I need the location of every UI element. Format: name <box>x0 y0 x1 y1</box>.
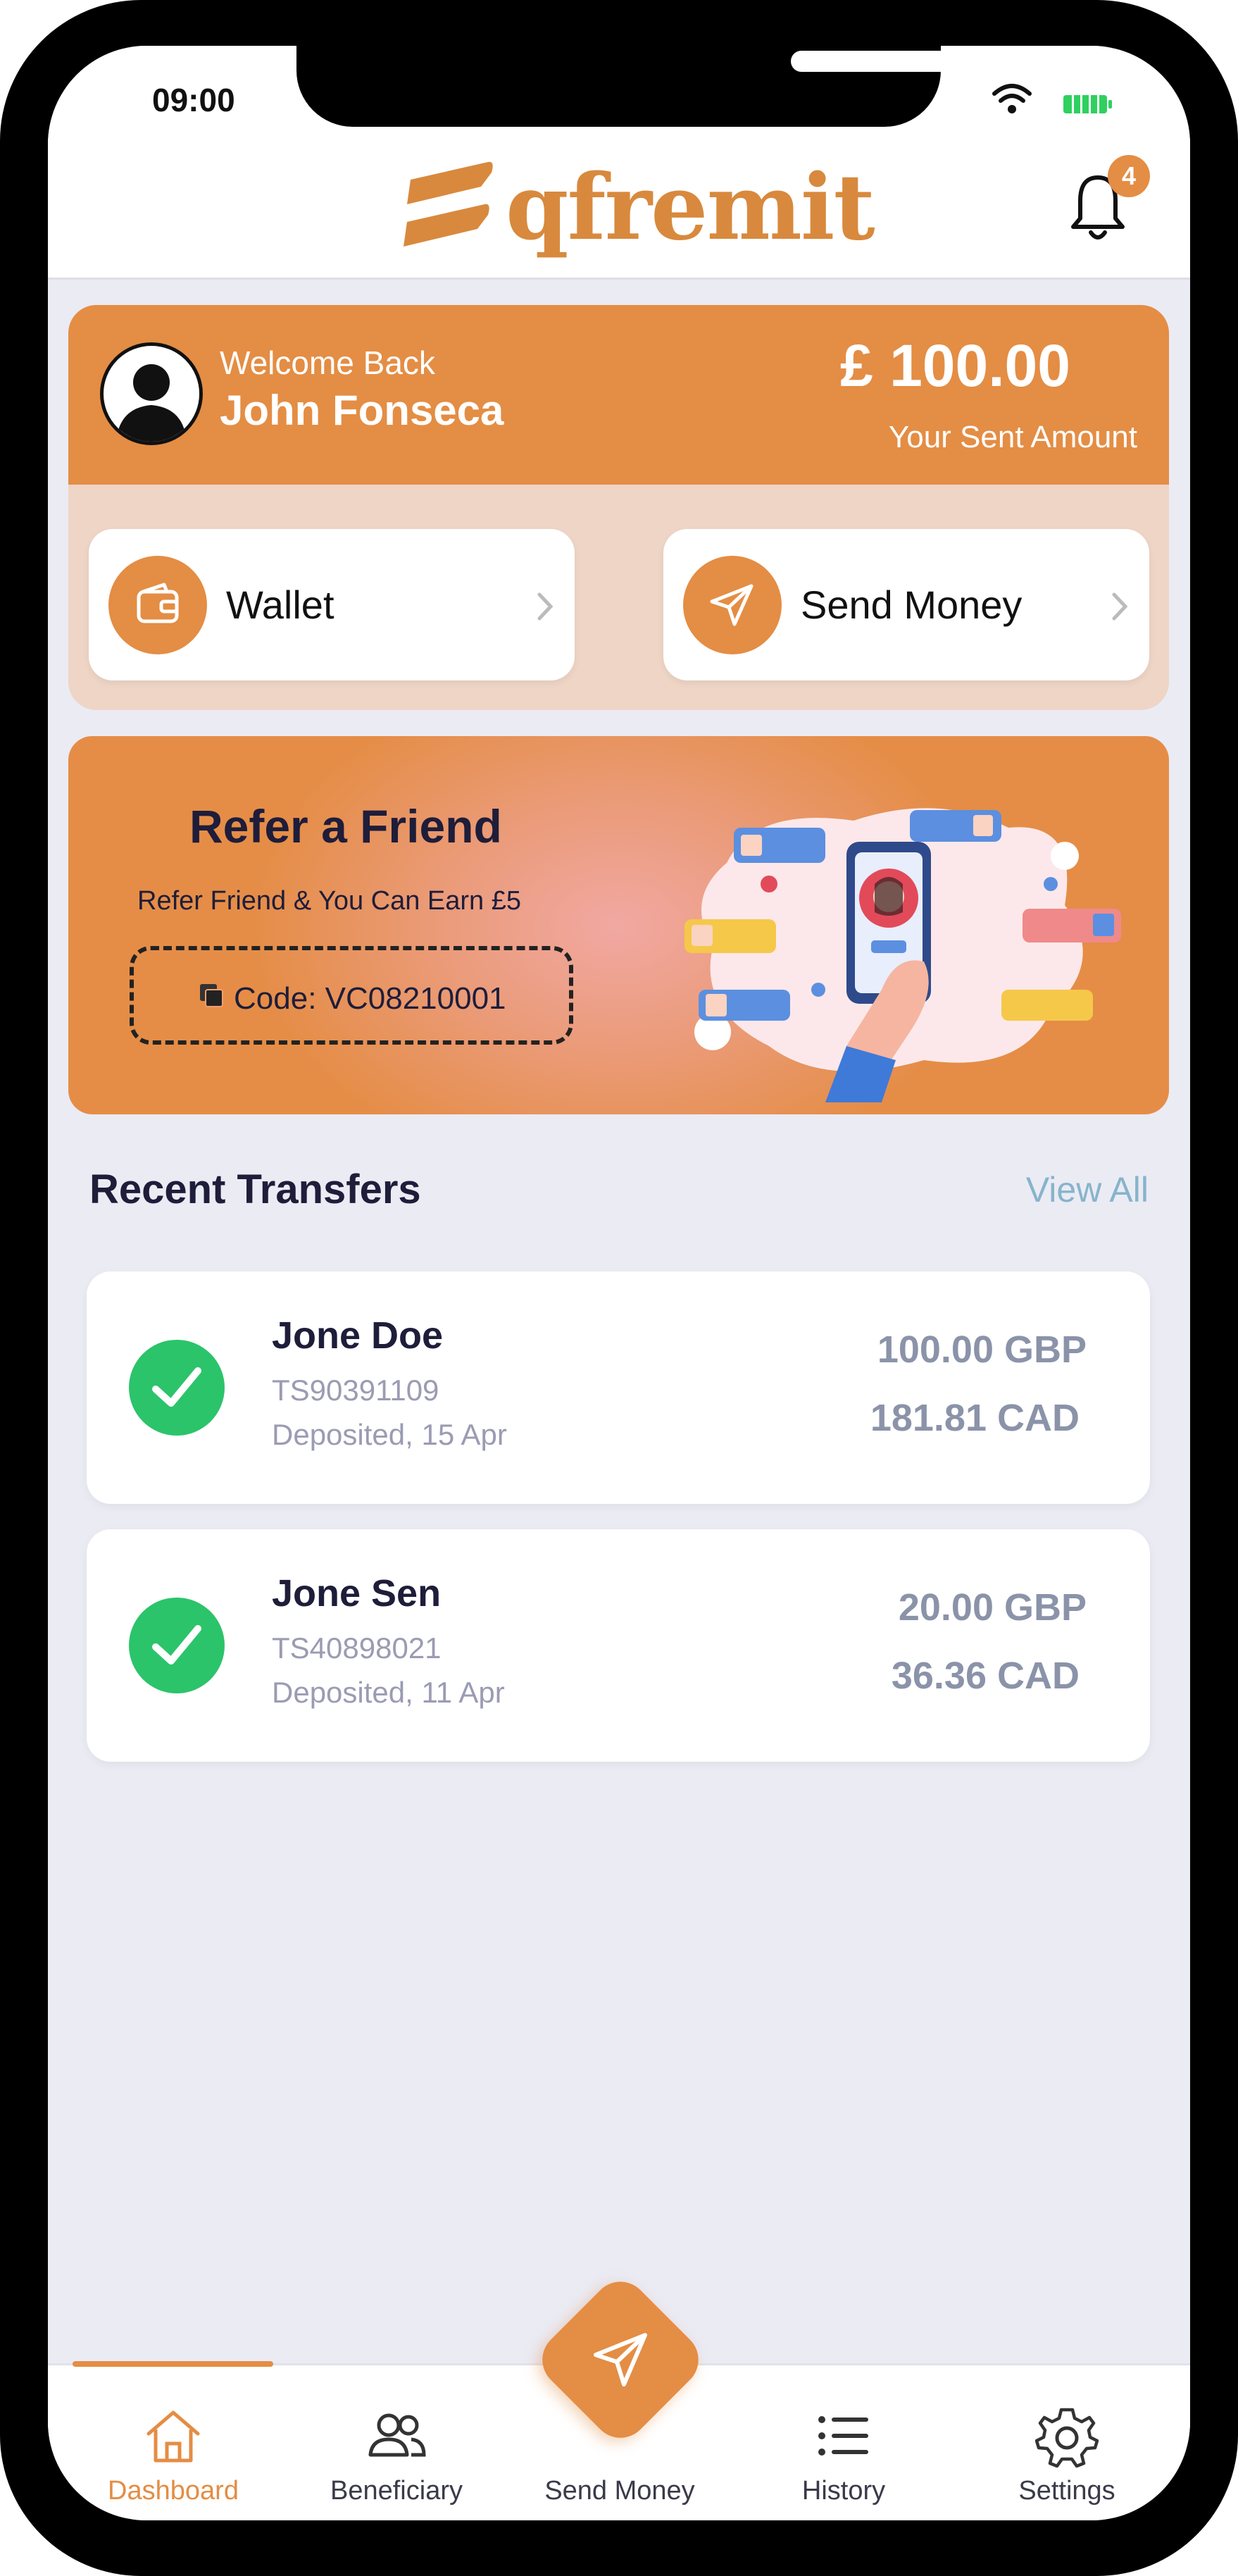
nav-history[interactable]: History <box>731 2365 956 2520</box>
chevron-right-icon <box>537 592 554 621</box>
refer-illustration <box>684 808 1121 1102</box>
transfer-sent-amount: 20.00 GBP <box>898 1586 1087 1629</box>
recent-transfers-title: Recent Transfers <box>89 1166 421 1212</box>
wallet-label: Wallet <box>226 583 334 627</box>
avatar[interactable] <box>100 342 203 445</box>
notification-badge: 4 <box>1108 155 1150 197</box>
transfer-received-amount: 36.36 CAD <box>891 1655 1080 1697</box>
transfer-reference: TS40898021 <box>272 1631 442 1665</box>
wifi-icon <box>992 84 1032 113</box>
transfer-status: Deposited, 15 Apr <box>272 1418 507 1451</box>
send-icon <box>683 556 782 654</box>
send-money-fab[interactable] <box>529 2268 711 2450</box>
speaker-grill <box>791 51 1005 72</box>
welcome-banner: Welcome Back John Fonseca £ 100.00 Your … <box>68 305 1169 485</box>
front-camera <box>1037 46 1068 76</box>
chevron-right-icon <box>1112 592 1128 621</box>
welcome-greeting: Welcome Back <box>220 344 435 381</box>
nav-settings[interactable]: Settings <box>954 2365 1180 2520</box>
transfer-recipient: Jone Sen <box>272 1572 442 1614</box>
list-icon <box>818 2416 868 2456</box>
status-time: 09:00 <box>152 82 235 118</box>
gear-icon <box>1035 2408 1099 2468</box>
check-circle-icon <box>129 1340 225 1436</box>
logo-text: qfremit <box>506 155 875 261</box>
transfer-card[interactable]: Jone Doe TS90391109 Deposited, 15 Apr 10… <box>87 1271 1150 1504</box>
transfer-reference: TS90391109 <box>272 1374 439 1407</box>
send-money-button[interactable]: Send Money <box>663 529 1149 680</box>
refer-title: Refer a Friend <box>189 800 502 852</box>
app-screen: 09:00 qfremit 4 Welcome Back John Fonsec… <box>48 46 1190 2520</box>
wallet-button[interactable]: Wallet <box>89 529 575 680</box>
user-silhouette-icon <box>116 364 187 442</box>
home-icon <box>146 2410 200 2463</box>
transfer-sent-amount: 100.00 GBP <box>877 1329 1087 1371</box>
users-icon <box>368 2413 426 2457</box>
battery-icon <box>1063 95 1112 113</box>
copy-icon[interactable] <box>197 981 225 1009</box>
device-notch <box>296 46 1068 127</box>
nav-label: Send Money <box>544 2476 695 2506</box>
sent-amount-label: Your Sent Amount <box>888 420 1137 454</box>
phone-frame: 09:00 qfremit 4 Welcome Back John Fonsec… <box>0 0 1238 2576</box>
transfer-received-amount: 181.81 CAD <box>870 1397 1080 1439</box>
nav-label: Beneficiary <box>330 2476 463 2506</box>
referral-code-box[interactable]: Code: VC08210001 <box>130 946 573 1045</box>
check-circle-icon <box>129 1598 225 1693</box>
wallet-icon <box>108 556 207 654</box>
welcome-card: Welcome Back John Fonseca £ 100.00 Your … <box>68 305 1169 710</box>
referral-code: Code: VC08210001 <box>234 981 506 1016</box>
transfer-recipient: Jone Doe <box>272 1314 444 1357</box>
user-name: John Fonseca <box>220 387 504 434</box>
transfer-card[interactable]: Jone Sen TS40898021 Deposited, 11 Apr 20… <box>87 1529 1150 1762</box>
send-money-label: Send Money <box>801 583 1023 627</box>
nav-label: Settings <box>1018 2476 1115 2506</box>
refer-friend-card[interactable]: Refer a Friend Refer Friend & You Can Ea… <box>68 736 1169 1114</box>
transfer-status: Deposited, 11 Apr <box>272 1676 505 1709</box>
nav-dashboard[interactable]: Dashboard <box>61 2365 286 2520</box>
view-all-link[interactable]: View All <box>1026 1169 1149 1210</box>
refer-subtitle: Refer Friend & You Can Earn £5 <box>137 886 522 916</box>
send-icon <box>594 2333 647 2387</box>
sent-amount: £ 100.00 <box>840 332 1070 399</box>
nav-label: History <box>801 2476 886 2506</box>
nav-label: Dashboard <box>108 2476 239 2506</box>
nav-beneficiary[interactable]: Beneficiary <box>284 2365 509 2520</box>
